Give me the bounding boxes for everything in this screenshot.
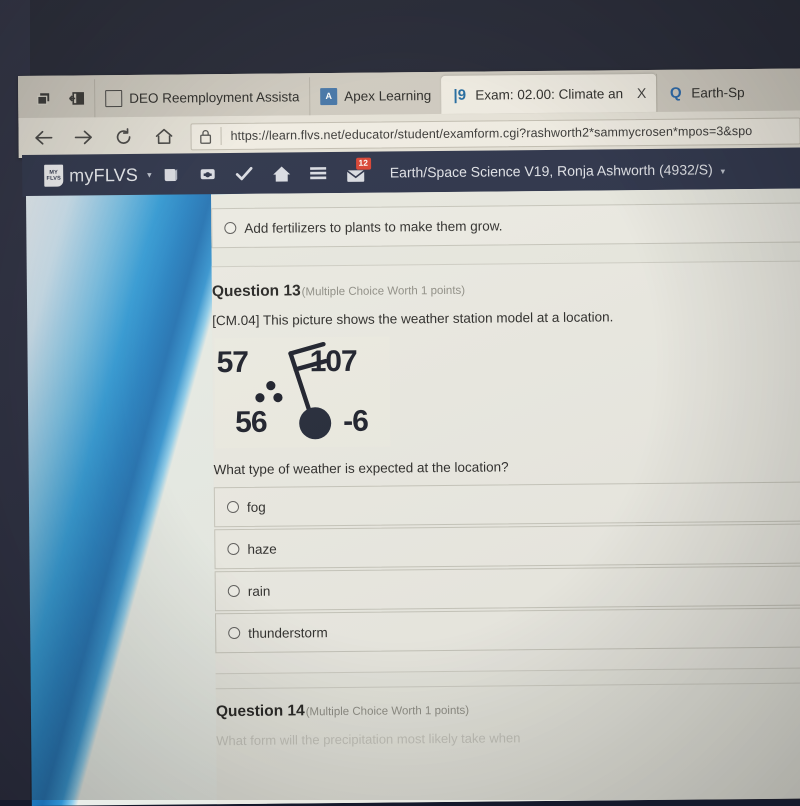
chevron-down-icon: ▾ <box>720 166 726 177</box>
question-number: Question 13 <box>211 282 301 301</box>
window-icon <box>105 89 123 107</box>
address-bar[interactable]: https://learn.flvs.net/educator/student/… <box>190 116 800 150</box>
station-temperature: 57 <box>216 345 249 380</box>
browser-tab-exam[interactable]: |9 Exam: 02.00: Climate an X <box>441 73 657 114</box>
book-icon[interactable] <box>152 159 189 189</box>
exam-content: Add fertilizers to plants to make them g… <box>210 188 800 805</box>
forward-arrow-icon[interactable] <box>70 124 96 150</box>
browser-tab-label: Exam: 02.00: Climate an <box>475 85 623 103</box>
option-row-haze[interactable]: haze <box>214 523 800 570</box>
question-13-stem: [CM.04] This picture shows the weather s… <box>212 309 614 329</box>
browser-tab-quizlet[interactable]: Q Earth-Sp <box>656 72 755 112</box>
flvs-logo-icon: |9 <box>453 86 467 104</box>
sky-cover-filled-circle <box>299 407 332 440</box>
station-pressure-change: -6 <box>343 404 369 438</box>
question-14-title: Question 14 (Multiple Choice Worth 1 poi… <box>216 697 800 721</box>
reload-arrow-icon[interactable] <box>110 124 136 150</box>
option-row-fog[interactable]: fog <box>213 481 800 528</box>
home-outline-icon[interactable] <box>150 123 176 149</box>
radio-button[interactable] <box>228 626 241 640</box>
address-bar-url: https://learn.flvs.net/educator/student/… <box>230 123 753 143</box>
precip-dot-3 <box>273 392 283 403</box>
menu-icon[interactable] <box>300 158 337 188</box>
screen-photo: DEO Reemployment Assista A Apex Learning… <box>0 0 800 806</box>
restore-window-button[interactable] <box>26 80 60 118</box>
radio-button[interactable] <box>227 584 240 598</box>
option-row[interactable]: Add fertilizers to plants to make them g… <box>211 202 800 249</box>
question-13-prompt: What type of weather is expected at the … <box>213 459 509 478</box>
question-number: Question 14 <box>215 702 305 721</box>
option-label: fog <box>246 499 266 515</box>
back-arrow-icon[interactable] <box>30 125 56 151</box>
myflvs-brand[interactable]: MY FLVS myFLVS ▾ <box>44 164 152 187</box>
station-pressure: 107 <box>309 344 357 379</box>
question-14-stem-partial: What form will the precipitation most li… <box>216 730 521 749</box>
browser-tab-apex[interactable]: A Apex Learning <box>309 75 442 116</box>
browser-tab-label: Earth-Sp <box>691 84 745 101</box>
browser-tab-label: DEO Reemployment Assista <box>129 88 300 106</box>
option-row-thunderstorm[interactable]: thunderstorm <box>215 607 800 654</box>
apex-logo-icon: A <box>320 87 338 105</box>
exam-page: Add fertilizers to plants to make them g… <box>26 188 800 806</box>
weather-station-model-figure: 57 107 56 -6 <box>214 336 391 449</box>
option-label: Add fertilizers to plants to make them g… <box>244 217 503 236</box>
browser-tab-label: Apex Learning <box>344 87 432 104</box>
mail-icon[interactable]: 12 <box>337 157 374 188</box>
inbox-icon[interactable] <box>189 159 226 189</box>
address-bar-divider <box>220 127 222 146</box>
mail-unread-badge: 12 <box>355 157 371 170</box>
course-selector[interactable]: Earth/Space Science V19, Ronja Ashworth … <box>390 161 726 180</box>
question-meta: (Multiple Choice Worth 1 points) <box>301 284 466 299</box>
question-13-title: Question 13 (Multiple Choice Worth 1 poi… <box>212 277 800 301</box>
browser-tab-strip: DEO Reemployment Assista A Apex Learning… <box>18 68 800 118</box>
option-label: haze <box>247 541 277 557</box>
logo-line-2: FLVS <box>46 175 61 182</box>
myflvs-logo-icon: MY FLVS <box>44 164 64 187</box>
question-meta: (Multiple Choice Worth 1 points) <box>305 704 470 719</box>
option-label: rain <box>247 583 271 599</box>
browser-tab-deo[interactable]: DEO Reemployment Assista <box>94 77 310 118</box>
close-icon[interactable]: X <box>637 85 646 101</box>
quizlet-logo-icon: Q <box>669 84 682 102</box>
minimize-to-tray-button[interactable] <box>60 79 94 117</box>
radio-button[interactable] <box>224 221 237 235</box>
course-label: Earth/Space Science V19, Ronja Ashworth … <box>389 161 713 181</box>
padlock-icon <box>200 129 212 144</box>
browser-chrome: DEO Reemployment Assista A Apex Learning… <box>18 68 800 158</box>
station-dew-point: 56 <box>235 405 267 440</box>
question-14-block: Question 14 (Multiple Choice Worth 1 poi… <box>215 682 800 749</box>
precip-dot-1 <box>266 381 276 391</box>
option-label: thunderstorm <box>248 624 328 641</box>
question-13-block: Question 13 (Multiple Choice Worth 1 poi… <box>211 260 800 675</box>
radio-button[interactable] <box>227 542 240 556</box>
checkmark-icon[interactable] <box>226 159 263 189</box>
monitor-bezel-top <box>0 0 800 78</box>
precip-dot-2 <box>255 393 265 403</box>
myflvs-brand-label: myFLVS <box>69 164 139 186</box>
home-icon[interactable] <box>263 158 300 188</box>
radio-button[interactable] <box>226 500 240 514</box>
option-row-rain[interactable]: rain <box>214 565 800 612</box>
previous-question-tail: Add fertilizers to plants to make them g… <box>211 188 800 266</box>
